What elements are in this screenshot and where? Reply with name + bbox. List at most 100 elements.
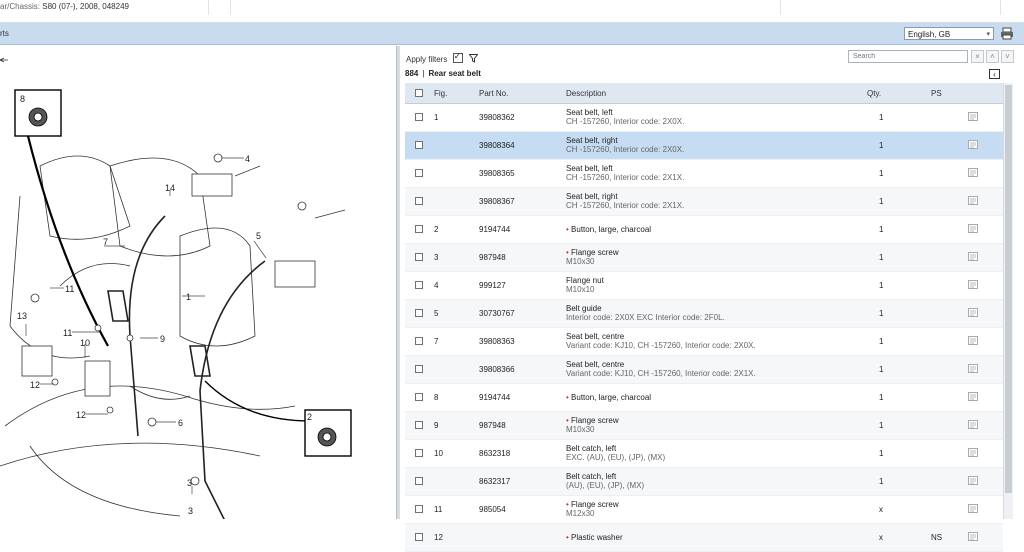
row-checkbox[interactable] [415, 449, 423, 457]
language-value: English, GB [908, 30, 951, 39]
group-name: Rear seat belt [428, 69, 481, 78]
col-ps[interactable]: PS [931, 89, 942, 98]
table-row[interactable]: 9 987948 • Flange screw M10x30 1 [405, 412, 1003, 440]
cell-part-no[interactable]: 39808365 [479, 169, 515, 178]
cell-qty: 1 [879, 393, 884, 402]
table-row[interactable]: 11 985054 • Flange screw M12x30 x [405, 496, 1003, 524]
add-to-list-icon[interactable] [968, 364, 978, 373]
cell-part-no[interactable]: 8632318 [479, 449, 510, 458]
table-row[interactable]: 8632317 Belt catch, left (AU), (EU), (JP),… [405, 468, 1003, 496]
row-checkbox[interactable] [415, 309, 423, 317]
table-row[interactable]: 39808365 Seat belt, left CH -157260, Inter… [405, 160, 1003, 188]
row-checkbox[interactable] [415, 169, 423, 177]
add-to-list-icon[interactable] [968, 112, 978, 121]
table-row[interactable]: 39808364 Seat belt, right CH -157260, Inte… [405, 132, 1003, 160]
add-to-list-icon[interactable] [968, 140, 978, 149]
search-clear-button[interactable]: × [971, 50, 984, 63]
add-to-list-icon[interactable] [968, 280, 978, 289]
table-row[interactable]: 10 8632318 Belt catch, left EXC. (AU), (EU)… [405, 440, 1003, 468]
add-to-list-icon[interactable] [968, 392, 978, 401]
cell-fig: 8 [434, 393, 439, 402]
table-row[interactable]: 3 987948 • Flange screw M10x30 1 [405, 244, 1003, 272]
language-select[interactable]: English, GB ▾ [904, 27, 994, 40]
table-row[interactable]: 7 39808363 Seat belt, centre Variant code: … [405, 328, 1003, 356]
table-row[interactable]: 12 • Plastic washer x NS [405, 524, 1003, 552]
description-detail: (AU), (EU), (JP), (MX) [566, 481, 645, 490]
row-checkbox[interactable] [415, 477, 423, 485]
cell-part-no[interactable]: 30730767 [479, 309, 515, 318]
row-checkbox[interactable] [415, 253, 423, 261]
cell-part-no[interactable]: 9194744 [479, 225, 510, 234]
exploded-diagram[interactable]: 8 4 14 7 5 1 11 13 11 10 9 12 12 6 2 3 3 [0, 46, 396, 522]
cell-part-no[interactable]: 999127 [479, 281, 506, 290]
table-row[interactable]: 5 30730767 Belt guide Interior code: 2X0X E… [405, 300, 1003, 328]
cell-part-no[interactable]: 39808362 [479, 113, 515, 122]
cell-qty: 1 [879, 253, 884, 262]
cell-qty: 1 [879, 309, 884, 318]
row-checkbox[interactable] [415, 533, 423, 541]
cell-part-no[interactable]: 39808364 [479, 141, 515, 150]
cell-qty: x [879, 505, 883, 514]
search-input[interactable] [848, 50, 968, 63]
table-row[interactable]: 39808367 Seat belt, right CH -157260, Inte… [405, 188, 1003, 216]
cell-part-no[interactable]: 987948 [479, 421, 506, 430]
group-title: 884 | Rear seat belt [405, 69, 481, 78]
description-title: Flange screw [571, 248, 619, 257]
cell-part-no[interactable]: 9194744 [479, 393, 510, 402]
add-to-list-icon[interactable] [968, 336, 978, 345]
cell-part-no[interactable]: 39808366 [479, 365, 515, 374]
cell-qty: 1 [879, 281, 884, 290]
row-checkbox[interactable] [415, 365, 423, 373]
select-all-checkbox[interactable] [415, 89, 423, 97]
row-checkbox[interactable] [415, 197, 423, 205]
add-to-list-icon[interactable] [968, 224, 978, 233]
col-fig[interactable]: Fig. [434, 89, 447, 98]
description-title: Seat belt, centre [566, 332, 625, 341]
col-description[interactable]: Description [566, 89, 606, 98]
cell-part-no[interactable]: 39808367 [479, 197, 515, 206]
row-checkbox[interactable] [415, 393, 423, 401]
printer-icon[interactable] [1000, 27, 1014, 40]
collapse-button[interactable]: ‹ [989, 69, 1000, 79]
cell-part-no[interactable]: 987948 [479, 253, 506, 262]
col-part-no[interactable]: Part No. [479, 89, 508, 98]
table-row[interactable]: 8 9194744 • Button, large, charcoal 1 [405, 384, 1003, 412]
description-detail: M10x30 [566, 257, 595, 266]
add-to-list-icon[interactable] [968, 532, 978, 541]
add-to-list-icon[interactable] [968, 252, 978, 261]
description-detail: Interior code: 2X0X EXC Interior code: 2… [566, 313, 725, 322]
add-to-list-icon[interactable] [968, 168, 978, 177]
cell-part-no[interactable]: 8632317 [479, 477, 510, 486]
add-to-list-icon[interactable] [968, 476, 978, 485]
add-to-list-icon[interactable] [968, 504, 978, 513]
table-row[interactable]: 1 39808362 Seat belt, left CH -157260, Inte… [405, 104, 1003, 132]
callout-label: 3 [187, 478, 192, 488]
row-checkbox[interactable] [415, 421, 423, 429]
callout-label: 12 [30, 380, 40, 390]
table-scrollbar[interactable] [1003, 83, 1013, 519]
add-to-list-icon[interactable] [968, 448, 978, 457]
search-prev-button[interactable]: ˄ [986, 50, 999, 63]
table-row[interactable]: 4 999127 Flange nut M10x10 1 [405, 272, 1003, 300]
col-qty[interactable]: Qty. [867, 89, 881, 98]
row-checkbox[interactable] [415, 337, 423, 345]
divider [780, 0, 781, 15]
apply-filters[interactable]: Apply filters [406, 51, 478, 64]
row-checkbox[interactable] [415, 281, 423, 289]
scrollbar-thumb[interactable] [1005, 85, 1012, 493]
row-checkbox[interactable] [415, 141, 423, 149]
add-to-list-icon[interactable] [968, 196, 978, 205]
table-row[interactable]: 2 9194744 • Button, large, charcoal 1 [405, 216, 1003, 244]
cell-part-no[interactable]: 39808363 [479, 337, 515, 346]
apply-filters-checkbox[interactable] [452, 51, 463, 63]
search-next-button[interactable]: ˅ [1001, 50, 1014, 63]
row-checkbox[interactable] [415, 505, 423, 513]
cell-part-no[interactable]: 985054 [479, 505, 506, 514]
row-checkbox[interactable] [415, 225, 423, 233]
add-to-list-icon[interactable] [968, 308, 978, 317]
filter-icon[interactable] [468, 54, 478, 63]
cell-description: • Flange screw [566, 248, 619, 257]
add-to-list-icon[interactable] [968, 420, 978, 429]
row-checkbox[interactable] [415, 113, 423, 121]
table-row[interactable]: 39808366 Seat belt, centre Variant code: K… [405, 356, 1003, 384]
